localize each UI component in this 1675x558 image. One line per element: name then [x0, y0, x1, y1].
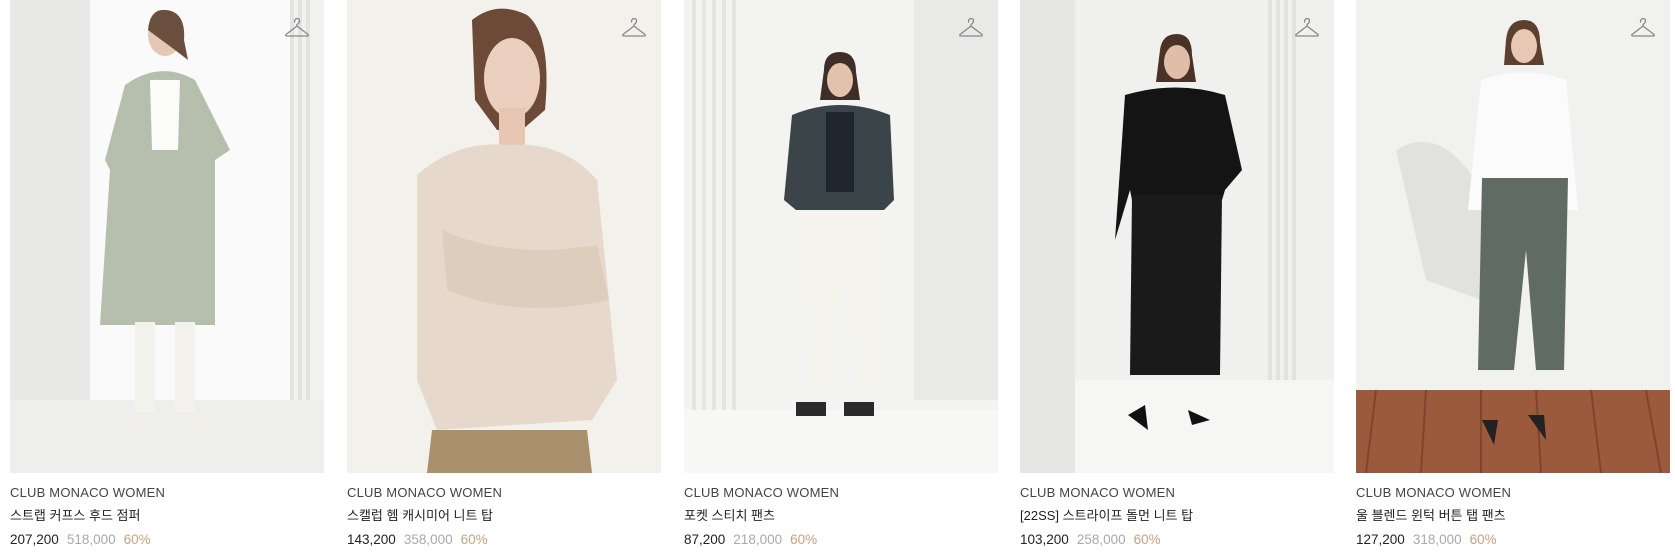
product-photo — [684, 0, 998, 473]
product-prices: 103,200 258,000 60% — [1020, 531, 1334, 549]
product-card[interactable]: CLUB MONACO WOMEN 포켓 스티치 팬츠 87,200 218,00… — [684, 0, 998, 558]
product-photo — [1020, 0, 1334, 473]
product-name[interactable]: 포켓 스티치 팬츠 — [684, 507, 998, 525]
product-info: CLUB MONACO WOMEN [22SS] 스트라이프 돌먼 니트 탑 1… — [1020, 484, 1334, 549]
discount-rate: 60% — [123, 532, 151, 547]
product-prices: 143,200 358,000 60% — [347, 531, 661, 549]
product-name[interactable]: 스트랩 커프스 후드 점퍼 — [10, 507, 324, 525]
product-info: CLUB MONACO WOMEN 포켓 스티치 팬츠 87,200 218,00… — [684, 484, 998, 549]
product-prices: 87,200 218,000 60% — [684, 531, 998, 549]
product-prices: 207,200 518,000 60% — [10, 531, 324, 549]
product-image[interactable] — [684, 0, 998, 473]
product-name[interactable]: 스캘럽 헴 캐시미어 니트 탑 — [347, 507, 661, 525]
original-price: 218,000 — [733, 532, 783, 547]
product-brand: CLUB MONACO WOMEN — [10, 485, 166, 500]
product-link[interactable]: CLUB MONACO WOMEN 스캘럽 헴 캐시미어 니트 탑 143,20… — [347, 0, 661, 558]
product-name[interactable]: [22SS] 스트라이프 돌먼 니트 탑 — [1020, 507, 1334, 525]
sale-price: 143,200 — [347, 532, 396, 547]
product-info: CLUB MONACO WOMEN 울 블렌드 윈턱 버튼 탭 팬츠 127,2… — [1356, 484, 1670, 549]
product-photo — [1356, 0, 1670, 473]
sale-price: 127,200 — [1356, 532, 1405, 547]
sale-price: 103,200 — [1020, 532, 1069, 547]
hanger-icon[interactable] — [1294, 17, 1320, 39]
product-grid: CLUB MONACO WOMEN 스트랩 커프스 후드 점퍼 207,200 5… — [0, 0, 1675, 558]
original-price: 258,000 — [1076, 532, 1126, 547]
discount-rate: 60% — [1133, 532, 1161, 547]
product-image[interactable] — [10, 0, 324, 473]
discount-rate: 60% — [790, 532, 818, 547]
discount-rate: 60% — [1469, 532, 1497, 547]
sale-price: 207,200 — [10, 532, 59, 547]
product-card[interactable]: CLUB MONACO WOMEN 울 블렌드 윈턱 버튼 탭 팬츠 127,2… — [1356, 0, 1670, 558]
product-info: CLUB MONACO WOMEN 스캘럽 헴 캐시미어 니트 탑 143,20… — [347, 484, 661, 549]
product-link[interactable]: CLUB MONACO WOMEN 스트랩 커프스 후드 점퍼 207,200 5… — [10, 0, 324, 558]
hanger-icon[interactable] — [284, 17, 310, 39]
product-card[interactable]: CLUB MONACO WOMEN 스캘럽 헴 캐시미어 니트 탑 143,20… — [347, 0, 661, 558]
product-prices: 127,200 318,000 60% — [1356, 531, 1670, 549]
hanger-icon[interactable] — [621, 17, 647, 39]
product-brand: CLUB MONACO WOMEN — [1356, 485, 1512, 500]
product-image[interactable] — [347, 0, 661, 473]
product-card[interactable]: CLUB MONACO WOMEN [22SS] 스트라이프 돌먼 니트 탑 1… — [1020, 0, 1334, 558]
original-price: 518,000 — [66, 532, 116, 547]
product-brand: CLUB MONACO WOMEN — [1020, 485, 1176, 500]
product-link[interactable]: CLUB MONACO WOMEN 포켓 스티치 팬츠 87,200 218,00… — [684, 0, 998, 558]
product-card[interactable]: CLUB MONACO WOMEN 스트랩 커프스 후드 점퍼 207,200 5… — [10, 0, 324, 558]
product-link[interactable]: CLUB MONACO WOMEN 울 블렌드 윈턱 버튼 탭 팬츠 127,2… — [1356, 0, 1670, 558]
product-brand: CLUB MONACO WOMEN — [347, 485, 503, 500]
hanger-icon[interactable] — [1630, 17, 1656, 39]
original-price: 358,000 — [403, 532, 453, 547]
product-image[interactable] — [1020, 0, 1334, 473]
product-photo — [347, 0, 661, 473]
discount-rate: 60% — [460, 532, 488, 547]
product-photo — [10, 0, 324, 473]
product-brand: CLUB MONACO WOMEN — [684, 485, 840, 500]
original-price: 318,000 — [1412, 532, 1462, 547]
product-info: CLUB MONACO WOMEN 스트랩 커프스 후드 점퍼 207,200 5… — [10, 484, 324, 549]
product-link[interactable]: CLUB MONACO WOMEN [22SS] 스트라이프 돌먼 니트 탑 1… — [1020, 0, 1334, 558]
product-name[interactable]: 울 블렌드 윈턱 버튼 탭 팬츠 — [1356, 507, 1670, 525]
product-image[interactable] — [1356, 0, 1670, 473]
hanger-icon[interactable] — [958, 17, 984, 39]
sale-price: 87,200 — [684, 532, 726, 547]
